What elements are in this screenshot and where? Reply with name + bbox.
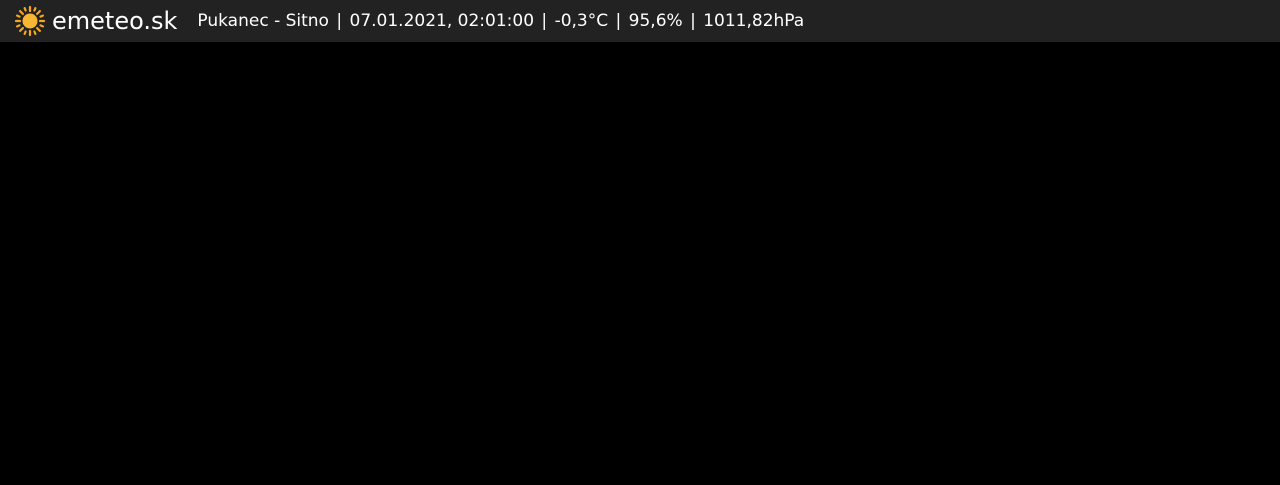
separator: |	[541, 11, 548, 31]
logo[interactable]: emeteo.sk	[14, 0, 177, 42]
sun-icon	[14, 5, 46, 37]
station-name: Pukanec - Sitno	[197, 11, 329, 31]
separator: |	[615, 11, 622, 31]
top-bar: emeteo.sk Pukanec - Sitno | 07.01.2021, …	[0, 0, 1280, 42]
humidity-value: 95,6%	[628, 11, 683, 31]
separator: |	[690, 11, 696, 31]
pressure-value: 1011,82hPa	[703, 11, 805, 31]
station-info: Pukanec - Sitno | 07.01.2021, 02:01:00 |…	[197, 0, 804, 42]
brand-name: emeteo.sk	[52, 7, 178, 35]
timestamp: 07.01.2021, 02:01:00	[349, 11, 535, 31]
separator: |	[336, 11, 343, 31]
temperature-value: -0,3°C	[554, 11, 609, 31]
webcam-image	[0, 42, 1280, 485]
